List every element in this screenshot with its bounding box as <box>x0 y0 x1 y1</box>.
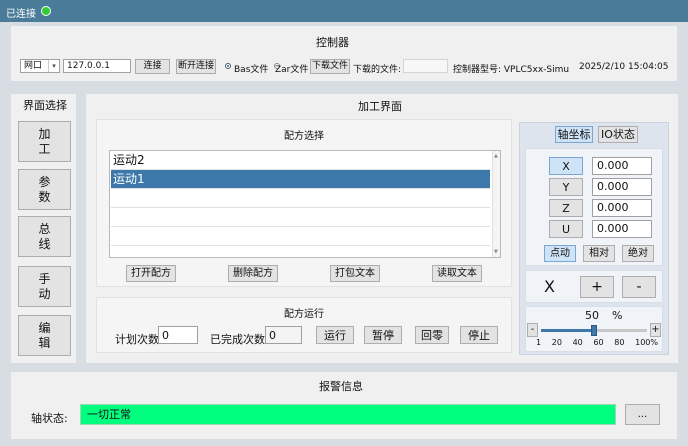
alarm-title: 报警信息 <box>319 380 363 393</box>
recipe-run-title: 配方运行 <box>284 309 324 320</box>
sidebar-panel: 界面选择 加工 参数 总线 手动 编辑 <box>11 94 76 363</box>
connection-status-text: 已连接 <box>6 9 36 20</box>
axis-status-value: 一切正常 <box>80 404 616 425</box>
speed-tick: 60 <box>593 338 604 347</box>
main-panel: 加工界面 配方选择 运动2 运动1 ▲ ▼ 打开配方 删除配方 打包文本 读取文… <box>86 94 678 363</box>
sidebar-item-label: 编辑 <box>38 320 51 350</box>
open-recipe-button[interactable]: 打开配方 <box>126 265 176 282</box>
controller-model-label: 控制器型号: VPLC5xx-Simu <box>453 65 570 75</box>
axis-x-button[interactable]: X <box>549 157 583 175</box>
speed-ticks: 1 20 40 60 80 100% <box>536 338 658 347</box>
axis-y-button[interactable]: Y <box>549 178 583 196</box>
speed-plus-button[interactable]: + <box>650 323 661 337</box>
recipe-select-group: 配方选择 运动2 运动1 ▲ ▼ 打开配方 删除配方 打包文本 读取文本 <box>96 119 512 287</box>
axis-z-button[interactable]: Z <box>549 199 583 217</box>
status-bar: 已连接 <box>0 0 688 22</box>
sidebar-item-manual[interactable]: 手动 <box>18 266 71 307</box>
current-axis-label: X <box>544 277 555 296</box>
jog-plus-button[interactable]: + <box>580 276 614 298</box>
list-item-empty <box>111 227 490 246</box>
recipe-list[interactable]: 运动2 运动1 ▲ ▼ <box>109 150 501 258</box>
chevron-down-icon: ▾ <box>48 60 59 72</box>
speed-slider-track[interactable] <box>541 325 647 336</box>
sidebar-item-edit[interactable]: 编辑 <box>18 315 71 356</box>
port-type-value: 网口 <box>24 61 43 71</box>
bas-file-radio[interactable] <box>225 63 231 69</box>
mode-relative-button[interactable]: 相对 <box>583 245 615 262</box>
pause-button[interactable]: 暂停 <box>364 326 402 344</box>
list-item-empty <box>111 189 490 208</box>
speed-group: 50 % - + 1 20 40 60 80 100% <box>525 306 663 352</box>
connection-indicator-icon <box>41 6 51 16</box>
list-item-empty <box>111 208 490 227</box>
sidebar-item-bus[interactable]: 总线 <box>18 216 71 257</box>
controller-title: 控制器 <box>316 36 349 49</box>
recipe-run-group: 配方运行 计划次数 已完成次数 运行 暂停 回零 停止 <box>96 297 512 353</box>
disconnect-button[interactable]: 断开连接 <box>176 59 216 74</box>
alarm-panel: 报警信息 轴状态: 一切正常 ... <box>11 372 677 439</box>
plan-count-input[interactable] <box>158 326 198 344</box>
zar-file-label: Zar文件 <box>275 65 309 75</box>
axis-u-value: 0.000 <box>592 220 652 238</box>
speed-tick: 20 <box>551 338 562 347</box>
pack-text-button[interactable]: 打包文本 <box>330 265 380 282</box>
downloaded-file-field <box>403 59 448 73</box>
recipe-select-title: 配方选择 <box>284 131 324 142</box>
home-button[interactable]: 回零 <box>415 326 449 344</box>
speed-tick: 80 <box>614 338 625 347</box>
ip-address-input[interactable] <box>63 59 131 73</box>
alarm-more-button[interactable]: ... <box>625 404 660 425</box>
jog-minus-button[interactable]: - <box>622 276 656 298</box>
scroll-up-icon[interactable]: ▲ <box>494 153 498 159</box>
sidebar-title: 界面选择 <box>23 99 67 112</box>
axis-status-label: 轴状态: <box>31 412 68 425</box>
speed-slider-fill <box>541 329 594 332</box>
scroll-down-icon[interactable]: ▼ <box>494 249 498 255</box>
sidebar-item-label: 加工 <box>38 126 51 156</box>
main-title: 加工界面 <box>358 100 402 113</box>
speed-minus-button[interactable]: - <box>527 323 538 337</box>
sidebar-item-label: 手动 <box>38 271 51 301</box>
download-file-button[interactable]: 下载文件 <box>310 59 350 74</box>
speed-unit: % <box>612 309 623 322</box>
sidebar-item-label: 总线 <box>38 221 51 251</box>
delete-recipe-button[interactable]: 删除配方 <box>228 265 278 282</box>
plan-count-label: 计划次数 <box>115 333 159 346</box>
connect-button[interactable]: 连接 <box>135 59 170 74</box>
list-scrollbar[interactable]: ▲ ▼ <box>492 151 500 257</box>
bas-file-label: Bas文件 <box>234 65 269 75</box>
done-count-field <box>265 326 302 344</box>
mode-absolute-button[interactable]: 绝对 <box>622 245 654 262</box>
mode-jog-button[interactable]: 点动 <box>544 245 576 262</box>
datetime-label: 2025/2/10 15:04:05 <box>579 62 669 72</box>
jog-group: X + - <box>525 270 663 303</box>
downloaded-file-label: 下载的文件: <box>353 65 402 75</box>
list-item-selected[interactable]: 运动1 <box>111 170 490 189</box>
stop-button[interactable]: 停止 <box>460 326 498 344</box>
radio-dot-icon <box>227 65 229 67</box>
read-text-button[interactable]: 读取文本 <box>432 265 482 282</box>
port-type-select[interactable]: 网口 ▾ <box>20 59 60 73</box>
controller-panel: 控制器 网口 ▾ 连接 断开连接 Bas文件 Zar文件 下载文件 下载的文件:… <box>11 26 677 81</box>
sidebar-item-processing[interactable]: 加工 <box>18 121 71 162</box>
axis-x-value: 0.000 <box>592 157 652 175</box>
run-button[interactable]: 运行 <box>316 326 354 344</box>
speed-value: 50 <box>585 309 599 322</box>
list-item[interactable]: 运动2 <box>111 151 490 170</box>
speed-tick: 100% <box>635 338 658 347</box>
speed-tick: 1 <box>536 338 542 347</box>
done-count-label: 已完成次数 <box>210 333 265 346</box>
tab-io-status[interactable]: IO状态 <box>598 126 638 143</box>
tab-axis-coords[interactable]: 轴坐标 <box>555 126 593 143</box>
sidebar-item-parameters[interactable]: 参数 <box>18 169 71 210</box>
axis-y-value: 0.000 <box>592 178 652 196</box>
sidebar-item-label: 参数 <box>38 174 51 204</box>
speed-tick: 40 <box>572 338 583 347</box>
axis-coords-group: X 0.000 Y 0.000 Z 0.000 U 0.000 点动 相对 绝对 <box>525 148 663 266</box>
axis-panel: 轴坐标 IO状态 X 0.000 Y 0.000 Z 0.000 U 0.000… <box>519 122 669 355</box>
axis-u-button[interactable]: U <box>549 220 583 238</box>
speed-slider-thumb[interactable] <box>591 325 597 336</box>
axis-z-value: 0.000 <box>592 199 652 217</box>
